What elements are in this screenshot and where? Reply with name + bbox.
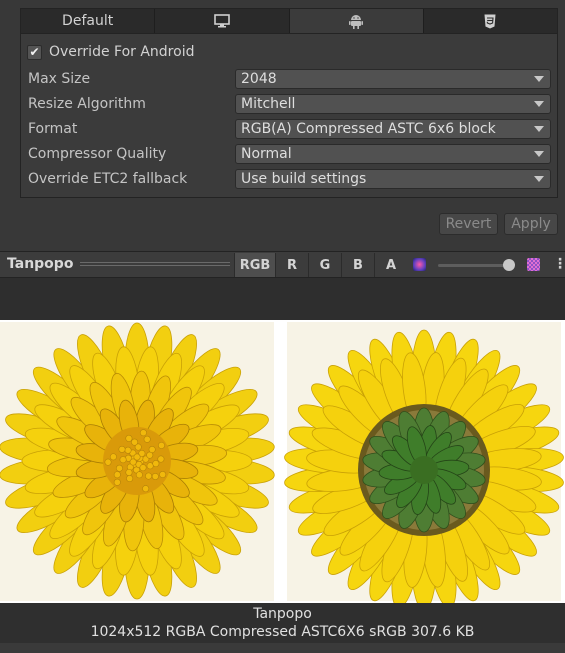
channel-g-button[interactable]: G (308, 253, 341, 277)
bottom-strip (0, 643, 565, 653)
texture-image (0, 320, 565, 603)
channel-b-button[interactable]: B (341, 253, 374, 277)
texture-info-bar: Tanpopo 1024x512 RGBA Compressed ASTC6X6… (0, 603, 565, 643)
android-settings-panel: ✔ Override For Android Max Size 2048 Res… (20, 34, 558, 198)
chevron-down-icon (534, 75, 544, 82)
etc2-fallback-dropdown[interactable]: Use build settings (235, 168, 551, 189)
more-options-icon[interactable]: ⋮ (553, 256, 565, 272)
chevron-down-icon (534, 100, 544, 107)
tab-standalone[interactable] (155, 9, 290, 33)
resize-algorithm-label: Resize Algorithm (28, 95, 146, 112)
html5-icon (484, 14, 496, 28)
format-label: Format (28, 120, 78, 137)
texture-name: Tanpopo (253, 606, 312, 622)
max-size-row: Max Size 2048 (28, 68, 555, 89)
override-toggle[interactable]: ✔ Override For Android (27, 44, 194, 60)
channel-a-button[interactable]: A (374, 253, 407, 277)
override-label: Override For Android (49, 44, 195, 60)
compressor-quality-label: Compressor Quality (28, 145, 167, 162)
max-size-dropdown[interactable]: 2048 (235, 68, 551, 89)
monitor-icon (214, 14, 230, 28)
apply-button[interactable]: Apply (504, 213, 558, 235)
texture-preview (0, 320, 565, 603)
mip-small-icon (413, 258, 426, 271)
channel-rgb-button[interactable]: RGB (234, 253, 275, 277)
etc2-fallback-row: Override ETC2 fallback Use build setting… (28, 168, 555, 189)
chevron-down-icon (534, 150, 544, 157)
override-checkbox[interactable]: ✔ (27, 44, 42, 60)
chevron-down-icon (534, 125, 544, 132)
tab-default[interactable]: Default (21, 9, 156, 33)
preview-title: Tanpopo (7, 256, 74, 272)
resize-algorithm-dropdown[interactable]: Mitchell (235, 93, 551, 114)
compressor-quality-row: Compressor Quality Normal (28, 143, 555, 164)
resize-algorithm-value: Mitchell (241, 95, 296, 112)
revert-button[interactable]: Revert (439, 213, 498, 235)
mip-slider-knob[interactable] (502, 259, 515, 271)
preview-background (0, 278, 565, 320)
tab-android[interactable] (289, 9, 424, 33)
format-value: RGB(A) Compressed ASTC 6x6 block (241, 120, 496, 137)
format-dropdown[interactable]: RGB(A) Compressed ASTC 6x6 block (235, 118, 551, 139)
checkmark-icon: ✔ (29, 45, 40, 59)
compressor-quality-value: Normal (241, 145, 292, 162)
platform-tabs: Default (20, 8, 558, 34)
channel-r-button[interactable]: R (275, 253, 308, 277)
mip-slider[interactable] (438, 264, 510, 267)
resize-algorithm-row: Resize Algorithm Mitchell (28, 93, 555, 114)
android-icon (349, 14, 364, 29)
format-row: Format RGB(A) Compressed ASTC 6x6 block (28, 118, 555, 139)
preview-toolbar: Tanpopo RGB R G B A ⋮ (0, 251, 565, 278)
compressor-quality-dropdown[interactable]: Normal (235, 143, 551, 164)
max-size-label: Max Size (28, 70, 91, 87)
tab-default-label: Default (62, 13, 114, 29)
max-size-value: 2048 (241, 70, 277, 87)
texture-details: 1024x512 RGBA Compressed ASTC6X6 sRGB 30… (90, 624, 475, 640)
tab-webgl[interactable] (423, 9, 557, 33)
chevron-down-icon (534, 175, 544, 182)
mip-large-icon (527, 258, 540, 271)
etc2-fallback-label: Override ETC2 fallback (28, 170, 188, 187)
etc2-fallback-value: Use build settings (241, 170, 367, 187)
resize-grip[interactable] (80, 262, 230, 268)
